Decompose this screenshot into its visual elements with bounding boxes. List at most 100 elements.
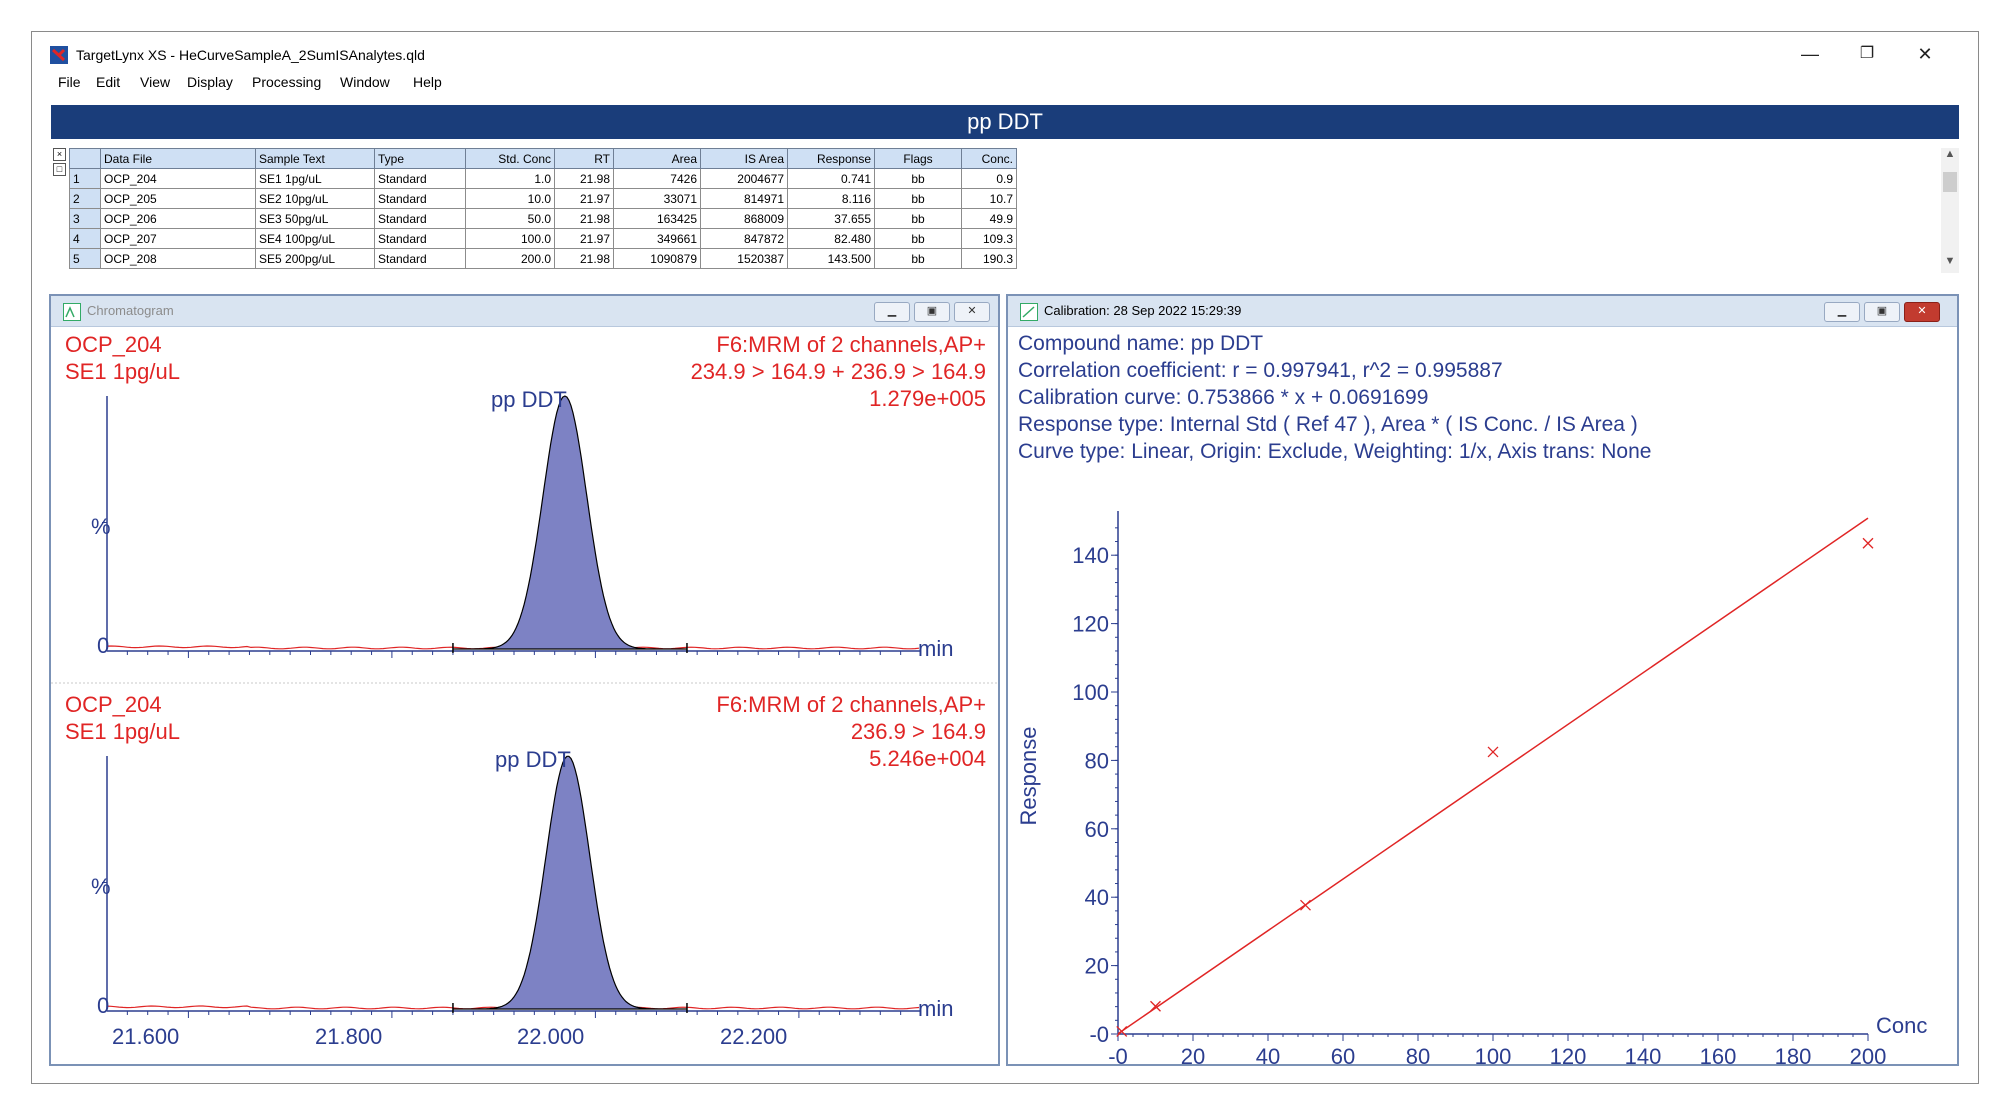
table-cell[interactable]: OCP_207 [100, 228, 256, 249]
table-cell[interactable]: 10.7 [961, 188, 1017, 209]
table-cell[interactable]: 82.480 [787, 228, 875, 249]
col-is-area[interactable]: IS Area [700, 148, 788, 169]
scroll-thumb[interactable] [1943, 172, 1957, 192]
chromatogram-minimize-button[interactable]: ▁ [874, 302, 910, 322]
table-cell[interactable]: 814971 [700, 188, 788, 209]
row-number[interactable]: 4 [69, 228, 101, 249]
minimize-button[interactable]: — [1790, 42, 1830, 66]
results-table-area: × □ Data File Sample Text Type Std. Conc… [51, 148, 1959, 273]
table-cell[interactable]: 2004677 [700, 168, 788, 189]
chromatogram-close-button[interactable]: ✕ [954, 302, 990, 322]
table-cell[interactable]: 190.3 [961, 248, 1017, 269]
table-cell[interactable]: SE2 10pg/uL [255, 188, 375, 209]
menu-help[interactable]: Help [413, 74, 442, 90]
table-cell[interactable]: SE1 1pg/uL [255, 168, 375, 189]
table-cell[interactable]: 37.655 [787, 208, 875, 229]
x-tick-22-200: 22.200 [720, 1024, 788, 1049]
menu-file[interactable]: File [58, 74, 81, 90]
table-cell[interactable]: 200.0 [465, 248, 555, 269]
table-cell[interactable]: Standard [374, 228, 466, 249]
table-cell[interactable]: Standard [374, 248, 466, 269]
chromatogram-maximize-button[interactable]: ▣ [914, 302, 950, 322]
table-cell[interactable]: 109.3 [961, 228, 1017, 249]
table-cell[interactable]: 21.98 [554, 208, 614, 229]
row-number[interactable]: 3 [69, 208, 101, 229]
scroll-up-arrow-icon[interactable]: ▲ [1941, 148, 1959, 166]
table-cell[interactable]: SE4 100pg/uL [255, 228, 375, 249]
col-std-conc[interactable]: Std. Conc [465, 148, 555, 169]
table-cell[interactable]: 349661 [613, 228, 701, 249]
table-cell[interactable]: SE3 50pg/uL [255, 208, 375, 229]
table-cell[interactable]: bb [874, 188, 962, 209]
table-cell[interactable]: OCP_208 [100, 248, 256, 269]
calibration-minimize-button[interactable]: ▁ [1824, 302, 1860, 322]
menu-view[interactable]: View [140, 74, 170, 90]
table-cell[interactable]: 21.98 [554, 168, 614, 189]
restore-button[interactable]: ❐ [1847, 42, 1887, 66]
col-data-file[interactable]: Data File [100, 148, 256, 169]
cal-y-tick-label: 140 [1072, 543, 1109, 568]
table-cell[interactable]: SE5 200pg/uL [255, 248, 375, 269]
table-cell[interactable]: 49.9 [961, 208, 1017, 229]
table-cell[interactable]: bb [874, 208, 962, 229]
row-number[interactable]: 2 [69, 188, 101, 209]
menu-processing[interactable]: Processing [252, 74, 321, 90]
table-cell[interactable]: 7426 [613, 168, 701, 189]
table-cell[interactable]: OCP_206 [100, 208, 256, 229]
table-restore-button[interactable]: □ [53, 163, 66, 176]
table-cell[interactable]: bb [874, 168, 962, 189]
col-sample-text[interactable]: Sample Text [255, 148, 375, 169]
table-cell[interactable]: 143.500 [787, 248, 875, 269]
table-cell[interactable]: 50.0 [465, 208, 555, 229]
table-close-button[interactable]: × [53, 148, 66, 161]
table-vertical-scrollbar[interactable]: ▲ ▼ [1941, 148, 1959, 273]
table-row[interactable]: 5 OCP_208 SE5 200pg/uL Standard 200.0 21.98 10… [69, 248, 1017, 269]
row-number[interactable]: 1 [69, 168, 101, 189]
close-button[interactable]: ✕ [1905, 42, 1945, 66]
menu-window[interactable]: Window [340, 74, 390, 90]
col-response[interactable]: Response [787, 148, 875, 169]
trace2-transition: 236.9 > 164.9 [850, 719, 986, 744]
table-cell[interactable]: Standard [374, 168, 466, 189]
table-row[interactable]: 3 OCP_206 SE3 50pg/uL Standard 50.0 21.98 1634… [69, 208, 1017, 229]
table-cell[interactable]: 1520387 [700, 248, 788, 269]
table-cell[interactable]: bb [874, 248, 962, 269]
table-cell[interactable]: 163425 [613, 208, 701, 229]
table-cell[interactable]: OCP_205 [100, 188, 256, 209]
col-flags[interactable]: Flags [874, 148, 962, 169]
table-row[interactable]: 4 OCP_207 SE4 100pg/uL Standard 100.0 21.97 34… [69, 228, 1017, 249]
table-row[interactable]: 2 OCP_205 SE2 10pg/uL Standard 10.0 21.97 3307… [69, 188, 1017, 209]
table-cell[interactable]: 21.98 [554, 248, 614, 269]
table-cell[interactable]: 8.116 [787, 188, 875, 209]
col-area[interactable]: Area [613, 148, 701, 169]
table-cell[interactable]: 21.97 [554, 228, 614, 249]
col-rt[interactable]: RT [554, 148, 614, 169]
table-cell[interactable]: OCP_204 [100, 168, 256, 189]
table-cell[interactable]: 1.0 [465, 168, 555, 189]
table-cell[interactable]: Standard [374, 188, 466, 209]
table-row[interactable]: 1 OCP_204 SE1 1pg/uL Standard 1.0 21.98 7426 20… [69, 168, 1017, 189]
table-cell[interactable]: Standard [374, 208, 466, 229]
calibration-plot[interactable]: -0 20 40 60 80 100 120 140 -0 20 40 60 80 100 120 140 16… [1008, 476, 1957, 1064]
table-cell[interactable]: 0.741 [787, 168, 875, 189]
table-cell[interactable]: 21.97 [554, 188, 614, 209]
calibration-title: Calibration: 28 Sep 2022 15:29:39 [1044, 303, 1242, 318]
table-cell[interactable]: 847872 [700, 228, 788, 249]
col-type[interactable]: Type [374, 148, 466, 169]
table-cell[interactable]: 33071 [613, 188, 701, 209]
curve-type: Curve type: Linear, Origin: Exclude, Wei… [1018, 440, 1652, 463]
correlation-coefficient: Correlation coefficient: r = 0.997941, r… [1018, 359, 1503, 382]
calibration-close-button[interactable]: ✕ [1904, 302, 1940, 322]
scroll-down-arrow-icon[interactable]: ▼ [1941, 255, 1959, 273]
menu-edit[interactable]: Edit [96, 74, 120, 90]
table-cell[interactable]: 868009 [700, 208, 788, 229]
table-cell[interactable]: 10.0 [465, 188, 555, 209]
row-number[interactable]: 5 [69, 248, 101, 269]
menu-display[interactable]: Display [187, 74, 233, 90]
table-cell[interactable]: 0.9 [961, 168, 1017, 189]
table-cell[interactable]: 1090879 [613, 248, 701, 269]
table-cell[interactable]: bb [874, 228, 962, 249]
calibration-maximize-button[interactable]: ▣ [1864, 302, 1900, 322]
table-cell[interactable]: 100.0 [465, 228, 555, 249]
col-conc[interactable]: Conc. [961, 148, 1017, 169]
